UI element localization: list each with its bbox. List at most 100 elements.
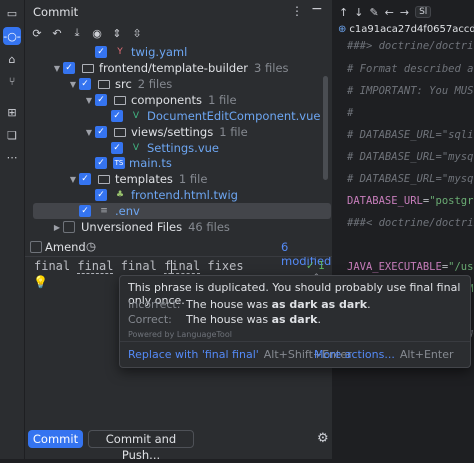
- tree-row-label: templates: [115, 172, 173, 186]
- history-icon[interactable]: ◷: [86, 239, 96, 253]
- git-branch-icon[interactable]: ⑂: [3, 72, 21, 90]
- tree-row-label: frontend/template-builder: [99, 61, 249, 75]
- code-line: #: [347, 107, 354, 119]
- popup-divider: [120, 341, 470, 342]
- chevron-down-icon[interactable]: ▼: [83, 128, 95, 137]
- rollback-icon[interactable]: ↶: [49, 24, 65, 42]
- refresh-icon[interactable]: ⟳: [29, 24, 45, 42]
- correct-example: Correct: The house was as dark.: [128, 313, 321, 326]
- structure-icon[interactable]: ⊞: [3, 103, 21, 121]
- arrow-down-icon[interactable]: ↓: [354, 6, 363, 19]
- commit-hash: ⊕c1a91aca27d4f0657accdfa5: [338, 24, 474, 35]
- code-line: DATABASE_URL="postgre: [347, 195, 474, 207]
- arrow-up-icon[interactable]: ↑: [339, 6, 348, 19]
- amend-checkbox[interactable]: [30, 241, 42, 253]
- lock-icon: ⊕: [338, 24, 347, 35]
- folder-icon: [113, 126, 127, 138]
- collapse-all-icon[interactable]: ⇳: [129, 24, 145, 42]
- vue-file-icon: V: [132, 143, 140, 153]
- row-checkbox[interactable]: ✓: [95, 189, 107, 201]
- code-line: # DATABASE_URL="mysql: [347, 173, 474, 185]
- folder-icon: [113, 94, 127, 106]
- twig-file-icon: ♣: [115, 190, 125, 200]
- more-options-icon[interactable]: ⋮: [291, 4, 303, 18]
- row-checkbox[interactable]: ✓: [95, 94, 107, 106]
- panel-title: Commit: [33, 5, 79, 19]
- more-tools-icon[interactable]: ⋯: [3, 148, 21, 166]
- chevron-down-icon[interactable]: ▼: [67, 80, 79, 89]
- chevron-right-icon[interactable]: ▶: [51, 223, 63, 232]
- vue-file-icon: V: [132, 111, 140, 121]
- code-line: # DATABASE_URL="sqlit: [347, 129, 474, 141]
- commit-panel: Commit ⋮ − ⟳ ↶ ⤓ ◉ ⇕ ⇳ ✓ Ytwig.yaml ▼ ✓ fron…: [25, 0, 332, 462]
- tool-window-stripe: ▭ -○- ⌂ ⑂ ⊞ ❏ ⋯: [0, 0, 25, 459]
- tree-scrollbar[interactable]: [323, 76, 328, 180]
- row-checkbox[interactable]: ✓: [95, 46, 107, 58]
- tree-row-label: twig.yaml: [131, 45, 188, 59]
- row-checkbox[interactable]: ✓: [95, 126, 107, 138]
- commit-and-push-button[interactable]: Commit and Push...: [88, 430, 194, 462]
- yaml-file-icon: Y: [117, 47, 123, 57]
- code-line: # IMPORTANT: You MUST: [347, 85, 474, 97]
- incorrect-example: Incorrect: The house was as dark as dark.: [128, 298, 371, 311]
- arrow-right-icon[interactable]: →: [400, 6, 409, 19]
- tree-row-label: .env: [115, 204, 140, 218]
- commit-icon[interactable]: -○-: [3, 27, 21, 45]
- tree-row-label: main.ts: [129, 156, 172, 170]
- tree-row-label: components: [131, 93, 203, 107]
- editor-pane: ↑ ↓ ✎ ← → Sl ⊕c1a91aca27d4f0657accdfa5 #…: [333, 0, 474, 459]
- bookmarks-icon[interactable]: ❏: [3, 126, 21, 144]
- tree-row-label: Unversioned Files: [81, 220, 183, 234]
- folder-icon: [81, 62, 95, 74]
- minimize-icon[interactable]: −: [311, 1, 323, 17]
- file-count: 1 file: [208, 93, 237, 107]
- row-checkbox[interactable]: ✓: [95, 157, 107, 169]
- amend-label: Amend: [45, 240, 86, 254]
- arrow-left-icon[interactable]: ←: [385, 6, 394, 19]
- diff-viewer-badge[interactable]: Sl: [415, 6, 432, 18]
- edit-icon[interactable]: ✎: [369, 6, 378, 19]
- editor-toolbar: ↑ ↓ ✎ ← → Sl: [333, 0, 474, 24]
- download-icon[interactable]: ⤓: [69, 24, 85, 42]
- gear-icon[interactable]: ⚙: [317, 431, 329, 446]
- lightbulb-icon[interactable]: 💡: [33, 275, 48, 289]
- folder-icon: [97, 78, 111, 90]
- row-checkbox[interactable]: ✓: [79, 78, 91, 90]
- file-count: 2 files: [137, 77, 173, 91]
- folder-icon: [97, 173, 111, 185]
- commit-message-text[interactable]: final final final final fixes: [34, 259, 244, 274]
- commit-toolbar: ⟳ ↶ ⤓ ◉ ⇕ ⇳: [29, 24, 145, 42]
- typescript-file-icon: TS: [113, 157, 125, 169]
- code-line: # DATABASE_URL="mysql: [347, 151, 474, 163]
- row-checkbox[interactable]: ✓: [79, 173, 91, 185]
- code-line: # Format described a: [347, 63, 474, 75]
- tree-row-label: Settings.vue: [147, 141, 219, 155]
- file-count: 46 files: [188, 220, 230, 234]
- row-checkbox[interactable]: ✓: [63, 62, 75, 74]
- tree-row-label: DocumentEditComponent.vue: [147, 109, 321, 123]
- more-actions[interactable]: More actions... Alt+Enter: [314, 348, 454, 361]
- row-checkbox[interactable]: ✓: [79, 205, 91, 217]
- code-line: ###> doctrine/doctri: [347, 40, 474, 52]
- grammar-popup: This phrase is duplicated. You should pr…: [119, 275, 471, 368]
- chevron-down-icon[interactable]: ▼: [67, 175, 79, 184]
- file-count: 1 file: [219, 125, 248, 139]
- tree-row-label: views/settings: [131, 125, 214, 139]
- file-count: 1 file: [178, 172, 208, 186]
- chevron-down-icon[interactable]: ▼: [51, 64, 63, 73]
- chevron-down-icon[interactable]: ▼: [83, 96, 95, 105]
- tree-row[interactable]: ✓ ≡ .env: [33, 203, 331, 219]
- code-line: ###< doctrine/doctrin: [347, 217, 474, 229]
- folder-icon[interactable]: ▭: [3, 4, 21, 22]
- pull-requests-icon[interactable]: ⌂: [3, 50, 21, 68]
- row-checkbox[interactable]: [63, 221, 75, 233]
- row-checkbox[interactable]: ✓: [111, 142, 123, 154]
- env-file-icon: ≡: [100, 206, 108, 216]
- row-checkbox[interactable]: ✓: [111, 110, 123, 122]
- commit-button[interactable]: Commit: [28, 430, 83, 448]
- powered-by: Powered by LanguageTool: [128, 330, 232, 339]
- expand-all-icon[interactable]: ⇕: [109, 24, 125, 42]
- tree-row-label: src: [115, 77, 132, 91]
- eye-icon[interactable]: ◉: [89, 24, 105, 42]
- tree-row-label: frontend.html.twig: [131, 188, 238, 202]
